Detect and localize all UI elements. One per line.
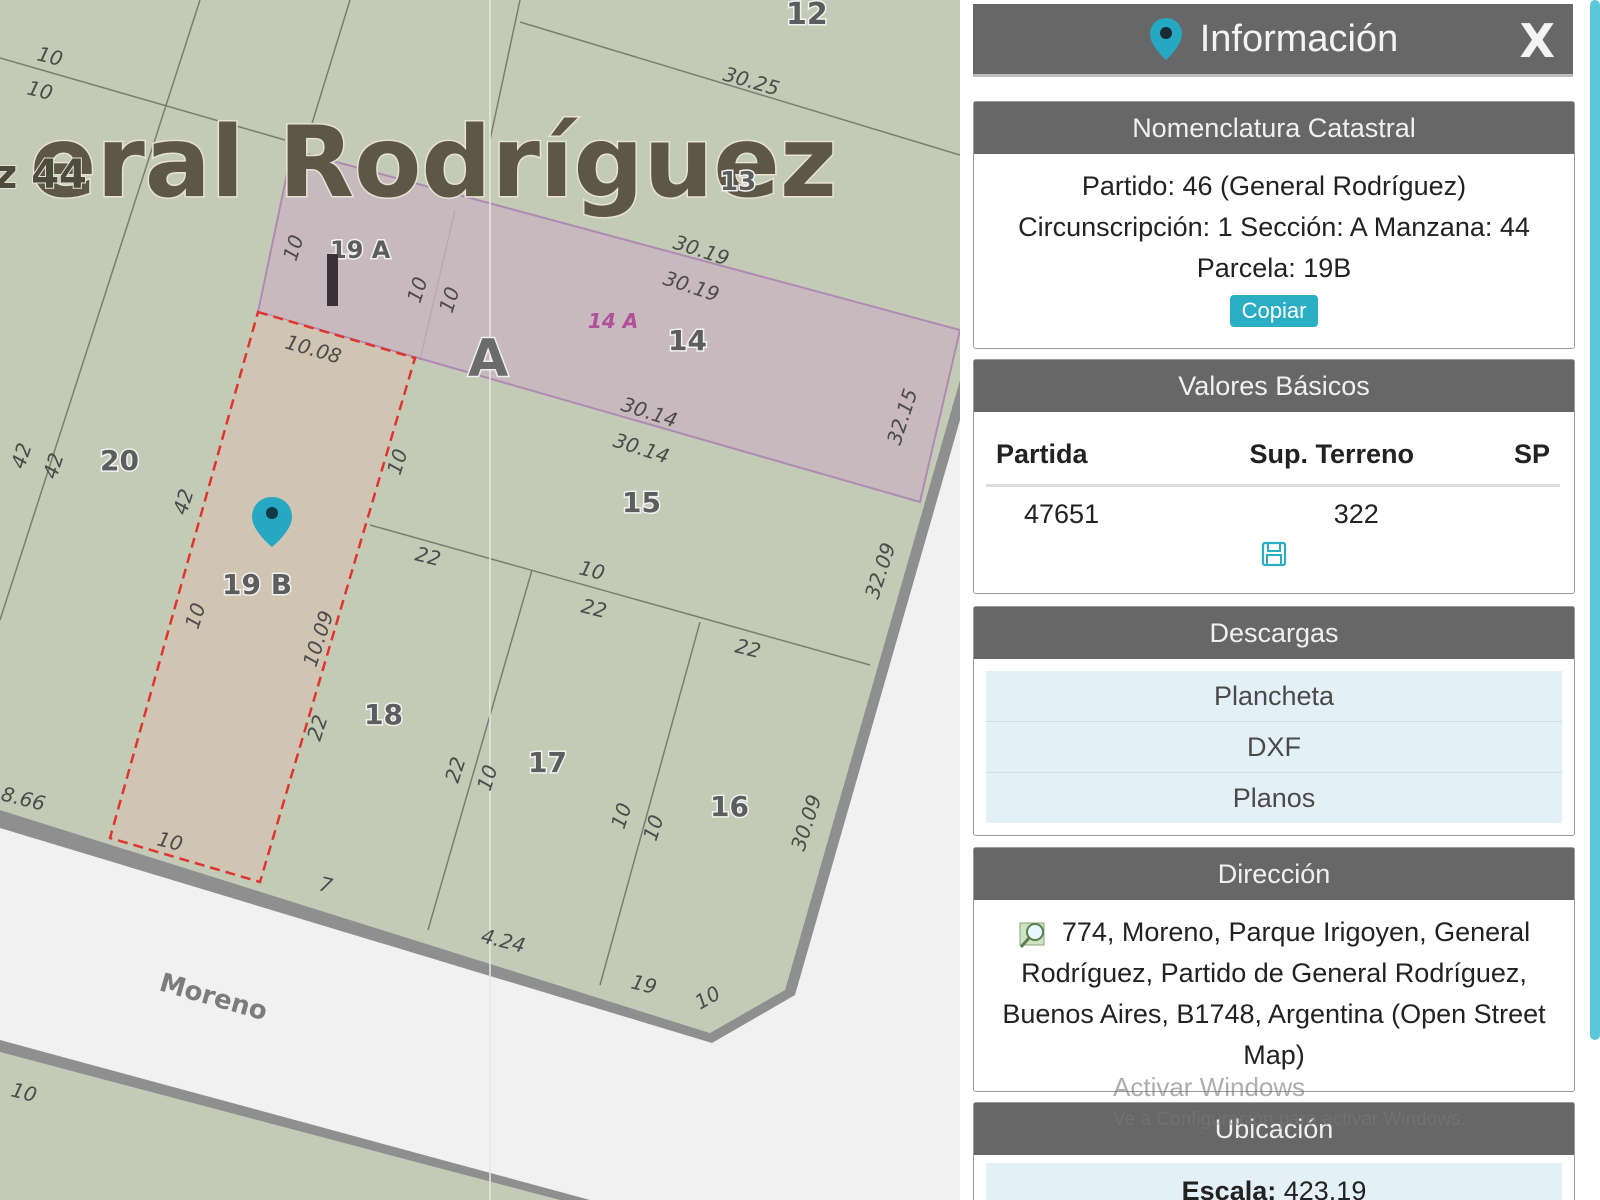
table-row: 47651 322: [986, 486, 1560, 542]
parcel-label: 20: [100, 444, 139, 477]
copy-button[interactable]: Copiar: [1229, 295, 1319, 327]
panel-title-bar: Información X: [973, 4, 1573, 77]
sp-cell: [1478, 486, 1560, 542]
panel-title: Información: [1199, 17, 1399, 60]
parcel-label: 16: [710, 790, 749, 823]
download-plancheta[interactable]: Plancheta: [986, 671, 1562, 722]
download-planos[interactable]: Planos: [986, 773, 1562, 823]
parcela-line: Parcela: 19B: [1196, 253, 1352, 283]
scale-label: Escala:: [1181, 1176, 1277, 1200]
column-header: Sup. Terreno: [1185, 424, 1478, 487]
parcel-label: 14 A: [588, 309, 638, 333]
descargas-header: Descargas: [974, 607, 1574, 659]
parcel-label: 17: [528, 746, 567, 779]
valores-header: Valores Básicos: [974, 360, 1574, 412]
building-marker: [327, 254, 338, 306]
parcel-label: 19 A: [330, 236, 391, 264]
city-label: eral Rodríguez: [30, 106, 837, 220]
section-letter: A: [468, 329, 508, 389]
valores-table: Partida Sup. Terreno SP 47651 322: [986, 424, 1560, 541]
column-header: SP: [1477, 424, 1560, 487]
info-panel: Información X Nomenclatura Catastral Par…: [960, 0, 1600, 1200]
ubicacion-card: Ubicación Escala: 423.19: [973, 1102, 1575, 1200]
parcel-label: 14: [668, 324, 707, 357]
sup-terreno-cell: 322: [1333, 498, 1379, 529]
parcel-label: 18: [364, 698, 403, 731]
parcel-label: 15: [622, 486, 661, 519]
panel-scrollbar[interactable]: [1590, 0, 1600, 1040]
ubicacion-header: Ubicación: [974, 1103, 1574, 1155]
partida-cell: 47651: [1024, 498, 1100, 529]
direccion-card: Dirección 774, Moreno, Parque Irigoyen, …: [973, 847, 1575, 1092]
save-icon[interactable]: [1261, 541, 1287, 567]
block-label: z 44: [0, 152, 87, 198]
direccion-header: Dirección: [974, 848, 1574, 900]
download-dxf[interactable]: DXF: [986, 722, 1562, 773]
column-header: Partida: [986, 424, 1186, 487]
parcel-label: 12: [786, 0, 828, 32]
location-pin-icon: [1149, 18, 1182, 60]
valores-card: Valores Básicos Partida Sup. Terreno SP …: [973, 359, 1575, 594]
nomenclatura-header: Nomenclatura Catastral: [974, 102, 1574, 154]
partido-line: Partido: 46 (General Rodríguez): [1081, 171, 1467, 201]
scale-value: 423.19: [1283, 1176, 1367, 1200]
nomenclatura-card: Nomenclatura Catastral Partido: 46 (Gene…: [973, 101, 1575, 349]
close-button[interactable]: X: [1520, 14, 1555, 68]
circunscripcion-line: Circunscripción: 1 Sección: A Manzana: 4…: [1018, 212, 1530, 242]
parcel-label-highlighted: 19 B: [222, 568, 292, 601]
cadastral-map[interactable]: eral Rodríguez z 44 A Moreno 12 13 14 14 A1…: [0, 0, 960, 1200]
map-search-icon: [1019, 922, 1045, 948]
address-text: 774, Moreno, Parque Irigoyen, General Ro…: [1002, 917, 1546, 1070]
parcel-label: 13: [720, 167, 756, 197]
descargas-card: Descargas Plancheta DXF Planos: [973, 606, 1575, 836]
